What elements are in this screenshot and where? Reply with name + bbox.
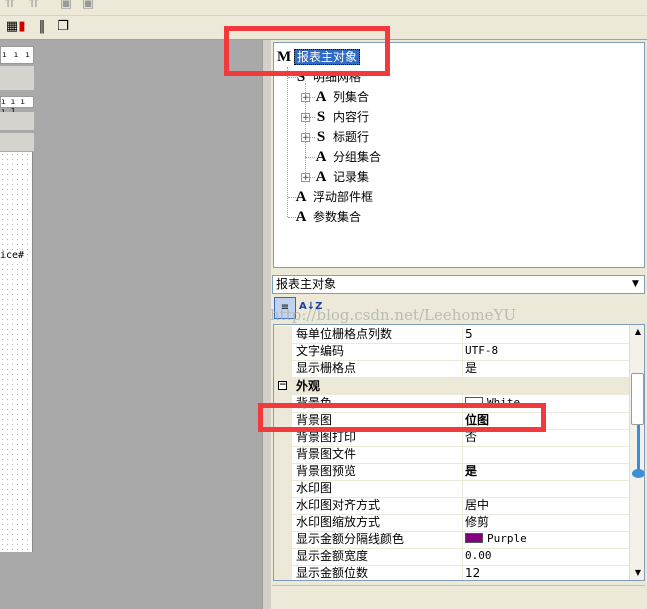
tree-node-label: 标题行 bbox=[333, 130, 370, 144]
property-name: 显示栅格点 bbox=[296, 361, 357, 375]
tree-node-glyph: A bbox=[315, 169, 327, 185]
tree-node-label: 记录集 bbox=[333, 170, 370, 184]
tree-node-glyph: S bbox=[316, 109, 326, 125]
band-ruler: ı ı ı ı 1 bbox=[0, 96, 34, 116]
property-name: 背景图文件 bbox=[296, 447, 357, 461]
books-icon[interactable]: ▮ bbox=[14, 19, 30, 35]
category-name: 外观 bbox=[296, 379, 321, 393]
tree-node-child[interactable]: A 分组集合 bbox=[314, 148, 381, 166]
highlight-box-background-image bbox=[258, 403, 546, 432]
scrollbar-thumb[interactable] bbox=[631, 373, 644, 425]
property-value[interactable]: 5 bbox=[462, 326, 627, 342]
property-value[interactable]: 修剪 bbox=[462, 514, 627, 530]
horizontal-ruler: ı ı ı ı 2 bbox=[0, 46, 34, 75]
collapse-minus-icon[interactable]: − bbox=[278, 381, 287, 390]
scroll-up-icon[interactable]: ▲ bbox=[630, 325, 644, 339]
property-row[interactable]: 文字编码 UTF-8 bbox=[274, 343, 629, 361]
property-row[interactable]: 背景图文件 bbox=[274, 446, 629, 464]
property-name: 水印图对齐方式 bbox=[296, 498, 381, 512]
property-row[interactable]: 每单位栅格点列数 5 bbox=[274, 326, 629, 344]
property-row[interactable]: 水印图缩放方式 修剪 bbox=[274, 514, 629, 532]
property-name: 显示金额位数 bbox=[296, 566, 369, 580]
tree-node-label: 列集合 bbox=[333, 90, 370, 104]
property-description-panel bbox=[272, 585, 645, 609]
property-value[interactable]: 0.00 bbox=[462, 548, 627, 564]
property-name: 文字编码 bbox=[296, 344, 345, 358]
property-value[interactable]: 是 bbox=[462, 360, 627, 376]
scroll-down-icon[interactable]: ▼ bbox=[630, 566, 644, 580]
property-value[interactable]: UTF-8 bbox=[462, 343, 627, 359]
property-row[interactable]: 水印图 bbox=[274, 480, 629, 498]
tree-node-label: 参数集合 bbox=[313, 210, 362, 224]
property-value[interactable]: Purple bbox=[462, 531, 627, 547]
property-name: 水印图缩放方式 bbox=[296, 515, 381, 529]
expand-plus-icon[interactable]: + bbox=[301, 173, 310, 183]
tree-node-label: 浮动部件框 bbox=[313, 190, 374, 204]
tree-node-child[interactable]: S 内容行 bbox=[314, 108, 369, 126]
property-value[interactable]: 居中 bbox=[462, 497, 627, 513]
highlight-box-root-object bbox=[224, 26, 390, 76]
scroll-indicator-knob bbox=[632, 469, 644, 478]
tree-node-glyph: A bbox=[295, 189, 307, 205]
property-name: 显示金额宽度 bbox=[296, 549, 369, 563]
property-name: 水印图 bbox=[296, 481, 333, 495]
tree-node-glyph: S bbox=[316, 129, 326, 145]
tree-node-child[interactable]: S 标题行 bbox=[314, 128, 369, 146]
tree-node-sibling[interactable]: A 浮动部件框 bbox=[294, 188, 373, 206]
align-icon[interactable]: ⇈ bbox=[2, 0, 18, 12]
category-appearance[interactable]: − 外观 bbox=[274, 377, 629, 395]
property-row[interactable]: 背景图预览 是 bbox=[274, 463, 629, 481]
property-name: 显示金额分隔线颜色 bbox=[296, 532, 405, 546]
tree-node-glyph: A bbox=[315, 149, 327, 165]
scroll-indicator bbox=[637, 425, 640, 473]
property-grid[interactable]: 每单位栅格点列数 5 文字编码 UTF-8 显示栅格点 是 − 外观 背景色 W… bbox=[273, 324, 645, 581]
band-header[interactable] bbox=[0, 133, 34, 151]
toolbar-top: ⇈ ⇈ ▣ ▣ bbox=[0, 0, 647, 16]
property-row[interactable]: 显示金额宽度 0.00 bbox=[274, 548, 629, 566]
barcode-icon[interactable]: ‖ bbox=[34, 19, 50, 35]
property-row[interactable]: 显示金额位数 12 bbox=[274, 565, 629, 580]
property-row[interactable]: 显示栅格点 是 bbox=[274, 360, 629, 378]
property-value[interactable]: 12 bbox=[462, 565, 627, 580]
property-row[interactable]: 显示金额分隔线颜色 Purple bbox=[274, 531, 629, 549]
object-selector-dropdown[interactable]: 报表主对象 ▼ bbox=[272, 275, 645, 294]
tree-node-label: 分组集合 bbox=[333, 150, 382, 164]
copy-icon[interactable]: ❐ bbox=[55, 19, 71, 35]
expand-plus-icon[interactable]: + bbox=[301, 113, 310, 123]
property-value[interactable]: 是 bbox=[462, 463, 627, 479]
property-value[interactable] bbox=[462, 480, 627, 496]
color-name: Purple bbox=[487, 532, 527, 545]
expand-plus-icon[interactable]: + bbox=[301, 133, 310, 143]
expand-plus-icon[interactable]: + bbox=[301, 93, 310, 103]
watermark-text: http://blog.csdn.net/LeehomeYU bbox=[270, 306, 517, 324]
tree-node-child[interactable]: A 记录集 bbox=[314, 168, 369, 186]
tree-node-label: 内容行 bbox=[333, 110, 370, 124]
property-name: 每单位栅格点列数 bbox=[296, 327, 393, 341]
property-name: 背景图预览 bbox=[296, 464, 357, 478]
color-swatch bbox=[465, 533, 483, 543]
band-header[interactable] bbox=[0, 66, 34, 90]
report-designer-area[interactable] bbox=[0, 40, 270, 609]
object-selector-value: 报表主对象 bbox=[276, 277, 337, 291]
tree-node-glyph: A bbox=[295, 209, 307, 225]
property-value[interactable] bbox=[462, 446, 627, 462]
tree-node-child[interactable]: A 列集合 bbox=[314, 88, 369, 106]
band-header[interactable] bbox=[0, 112, 34, 130]
overlap-icon[interactable]: ▣ bbox=[80, 0, 96, 12]
align-plus-icon[interactable]: ⇈ bbox=[26, 0, 42, 12]
property-row[interactable]: 水印图对齐方式 居中 bbox=[274, 497, 629, 515]
overlap-icon[interactable]: ▣ bbox=[58, 0, 74, 12]
canvas-field-label[interactable]: ice# bbox=[0, 250, 25, 261]
design-canvas[interactable] bbox=[0, 152, 33, 552]
vertical-scrollbar[interactable]: ▲ ▼ bbox=[629, 325, 644, 580]
chevron-down-icon[interactable]: ▼ bbox=[628, 277, 643, 292]
tree-node-glyph: A bbox=[315, 89, 327, 105]
tree-node-sibling[interactable]: A 参数集合 bbox=[294, 208, 361, 226]
